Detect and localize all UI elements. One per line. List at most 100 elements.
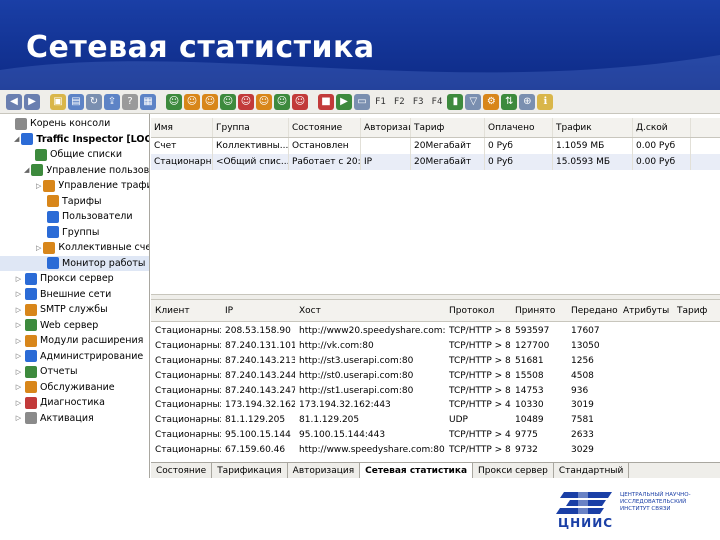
export-icon[interactable]: ⇪ bbox=[104, 93, 120, 110]
view-icon[interactable]: ▦ bbox=[140, 93, 156, 110]
tab[interactable]: Авторизация bbox=[288, 463, 361, 478]
expand-arrow-icon[interactable]: ◢ bbox=[24, 166, 29, 175]
tree-item[interactable]: Общие списки bbox=[0, 147, 149, 163]
expand-arrow-icon[interactable] bbox=[36, 228, 45, 237]
tree-item[interactable]: Пользователи bbox=[0, 209, 149, 225]
tree-item[interactable]: ▷ Обслуживание bbox=[0, 380, 149, 396]
tree-item[interactable]: Корень консоли bbox=[0, 116, 149, 132]
tree-item[interactable]: ◢ Управление пользователями bbox=[0, 163, 149, 179]
expand-arrow-icon[interactable] bbox=[4, 119, 13, 128]
expand-arrow-icon[interactable]: ▷ bbox=[14, 352, 23, 361]
expand-arrow-icon[interactable]: ▷ bbox=[14, 321, 23, 330]
expand-arrow-icon[interactable] bbox=[24, 150, 33, 159]
expand-arrow-icon[interactable]: ▷ bbox=[36, 181, 41, 190]
tree-item[interactable]: ▷ Отчеты bbox=[0, 364, 149, 380]
table-row[interactable]: Стационарных 67.159.60.46 http://www.speed… bbox=[151, 442, 720, 457]
delete-icon[interactable]: ▮ bbox=[447, 93, 464, 110]
f3-button[interactable]: F3 bbox=[410, 97, 427, 107]
monitor-icon[interactable]: ▭ bbox=[354, 93, 370, 110]
tree-item[interactable]: Тарифы bbox=[0, 194, 149, 210]
tree-item[interactable]: Монитор работы bbox=[0, 255, 149, 271]
expand-arrow-icon[interactable]: ◢ bbox=[14, 135, 19, 144]
column-header[interactable]: Имя bbox=[151, 118, 213, 137]
expand-arrow-icon[interactable]: ▷ bbox=[14, 336, 23, 345]
forward-icon[interactable]: ▶ bbox=[24, 93, 40, 110]
user-stat-icon[interactable]: ☺ bbox=[274, 93, 290, 110]
folder-icon[interactable]: ▣ bbox=[50, 93, 66, 110]
f4-button[interactable]: F4 bbox=[429, 97, 446, 107]
column-header[interactable]: Протокол bbox=[445, 306, 511, 316]
info-icon[interactable]: ℹ bbox=[537, 93, 554, 110]
column-header[interactable]: Оплачено bbox=[485, 118, 553, 137]
table-row[interactable]: Стационарн...<Общий спис...Работает с 20… bbox=[151, 154, 720, 170]
column-header[interactable]: Тариф bbox=[411, 118, 485, 137]
tree-item[interactable]: ▷ SMTP службы bbox=[0, 302, 149, 318]
table-row[interactable]: Стационарных 87.240.131.101 http://vk.com:… bbox=[151, 339, 720, 354]
table-row[interactable]: Стационарных 208.53.158.90 http://www20.sp… bbox=[151, 324, 720, 339]
tab[interactable]: Сетевая статистика bbox=[360, 463, 474, 478]
tree-item[interactable]: Группы bbox=[0, 225, 149, 241]
tree-item[interactable]: ▷ Активация bbox=[0, 411, 149, 427]
user-remove-icon[interactable]: ☺ bbox=[238, 93, 254, 110]
column-header[interactable]: Состояние bbox=[289, 118, 361, 137]
table-row[interactable]: Стационарных 87.240.143.247 http://st1.use… bbox=[151, 383, 720, 398]
stop-icon[interactable]: ■ bbox=[318, 93, 334, 110]
start-icon[interactable]: ▶ bbox=[336, 93, 352, 110]
column-header[interactable]: Хост bbox=[295, 306, 445, 316]
table-row[interactable]: Счет Коллективны... Остановлен 20Мегабайт 0 … bbox=[151, 138, 720, 154]
user-unlock-icon[interactable]: ☺ bbox=[220, 93, 236, 110]
table-row[interactable]: Стационарных 95.100.15.144 95.100.15.144:4… bbox=[151, 428, 720, 443]
user-block-icon[interactable]: ☺ bbox=[292, 93, 308, 110]
expand-arrow-icon[interactable]: ▷ bbox=[14, 305, 23, 314]
settings-icon[interactable]: ⚙ bbox=[483, 93, 500, 110]
tree-item[interactable]: ▷ Диагностика bbox=[0, 395, 149, 411]
column-header[interactable]: Передано bbox=[567, 306, 619, 316]
column-header[interactable]: Атрибуты bbox=[619, 306, 673, 316]
user-edit-icon[interactable]: ☺ bbox=[184, 93, 200, 110]
tab[interactable]: Состояние bbox=[151, 463, 213, 478]
tree-item[interactable]: ◢ Traffic Inspector [LOCAL] bbox=[0, 132, 149, 148]
expand-arrow-icon[interactable] bbox=[36, 212, 45, 221]
expand-arrow-icon[interactable]: ▷ bbox=[14, 398, 23, 407]
help-icon[interactable]: ? bbox=[122, 93, 138, 110]
filter-icon[interactable]: ▽ bbox=[465, 93, 482, 110]
tree-item[interactable]: ▷ Web сервер bbox=[0, 318, 149, 334]
tree-item[interactable]: ▷ Коллективные счета bbox=[0, 240, 149, 256]
tree-item[interactable]: ▷ Управление трафиком bbox=[0, 178, 149, 194]
table-row[interactable]: Стационарных 81.1.129.205 81.1.129.205 UDP 1… bbox=[151, 413, 720, 428]
user-group-icon[interactable]: ☺ bbox=[256, 93, 272, 110]
tree-item[interactable]: ▷ Внешние сети bbox=[0, 287, 149, 303]
expand-arrow-icon[interactable] bbox=[36, 259, 45, 268]
user-add-icon[interactable]: ☺ bbox=[166, 93, 182, 110]
column-header[interactable]: IP bbox=[221, 306, 295, 316]
column-header[interactable]: Тариф bbox=[673, 306, 713, 316]
user-lock-icon[interactable]: ☺ bbox=[202, 93, 218, 110]
column-header[interactable]: Д.ской bbox=[633, 118, 691, 137]
table-row[interactable]: Стационарных 87.240.143.213 http://st3.use… bbox=[151, 354, 720, 369]
refresh-icon[interactable]: ↻ bbox=[86, 93, 102, 110]
column-header[interactable]: Авторизация bbox=[361, 118, 411, 137]
expand-arrow-icon[interactable] bbox=[36, 197, 45, 206]
expand-arrow-icon[interactable]: ▷ bbox=[14, 367, 23, 376]
table-row[interactable]: Стационарных 173.194.32.162 173.194.32.162… bbox=[151, 398, 720, 413]
expand-arrow-icon[interactable]: ▷ bbox=[14, 414, 23, 423]
expand-arrow-icon[interactable]: ▷ bbox=[14, 290, 23, 299]
tree-item[interactable]: ▷ Модули расширения bbox=[0, 333, 149, 349]
column-header[interactable]: Трафик bbox=[553, 118, 633, 137]
expand-arrow-icon[interactable]: ▷ bbox=[36, 243, 41, 252]
expand-arrow-icon[interactable]: ▷ bbox=[14, 274, 23, 283]
tab[interactable]: Тарификация bbox=[212, 463, 288, 478]
back-icon[interactable]: ◀ bbox=[6, 93, 22, 110]
properties-icon[interactable]: ▤ bbox=[68, 93, 84, 110]
network-icon[interactable]: ⊕ bbox=[519, 93, 536, 110]
column-header[interactable]: Группа bbox=[213, 118, 289, 137]
expand-arrow-icon[interactable]: ▷ bbox=[14, 383, 23, 392]
f2-button[interactable]: F2 bbox=[391, 97, 408, 107]
column-header[interactable]: Клиент bbox=[151, 306, 221, 316]
tab[interactable]: Стандартный bbox=[554, 463, 630, 478]
tab[interactable]: Прокси сервер bbox=[473, 463, 554, 478]
table-row[interactable]: Стационарных216.66.84.102216.66.84.102UD… bbox=[151, 457, 720, 461]
table-row[interactable]: Стационарных 87.240.143.244 http://st0.use… bbox=[151, 368, 720, 383]
tree-item[interactable]: ▷ Администрирование bbox=[0, 349, 149, 365]
tree-item[interactable]: ▷ Прокси сервер bbox=[0, 271, 149, 287]
